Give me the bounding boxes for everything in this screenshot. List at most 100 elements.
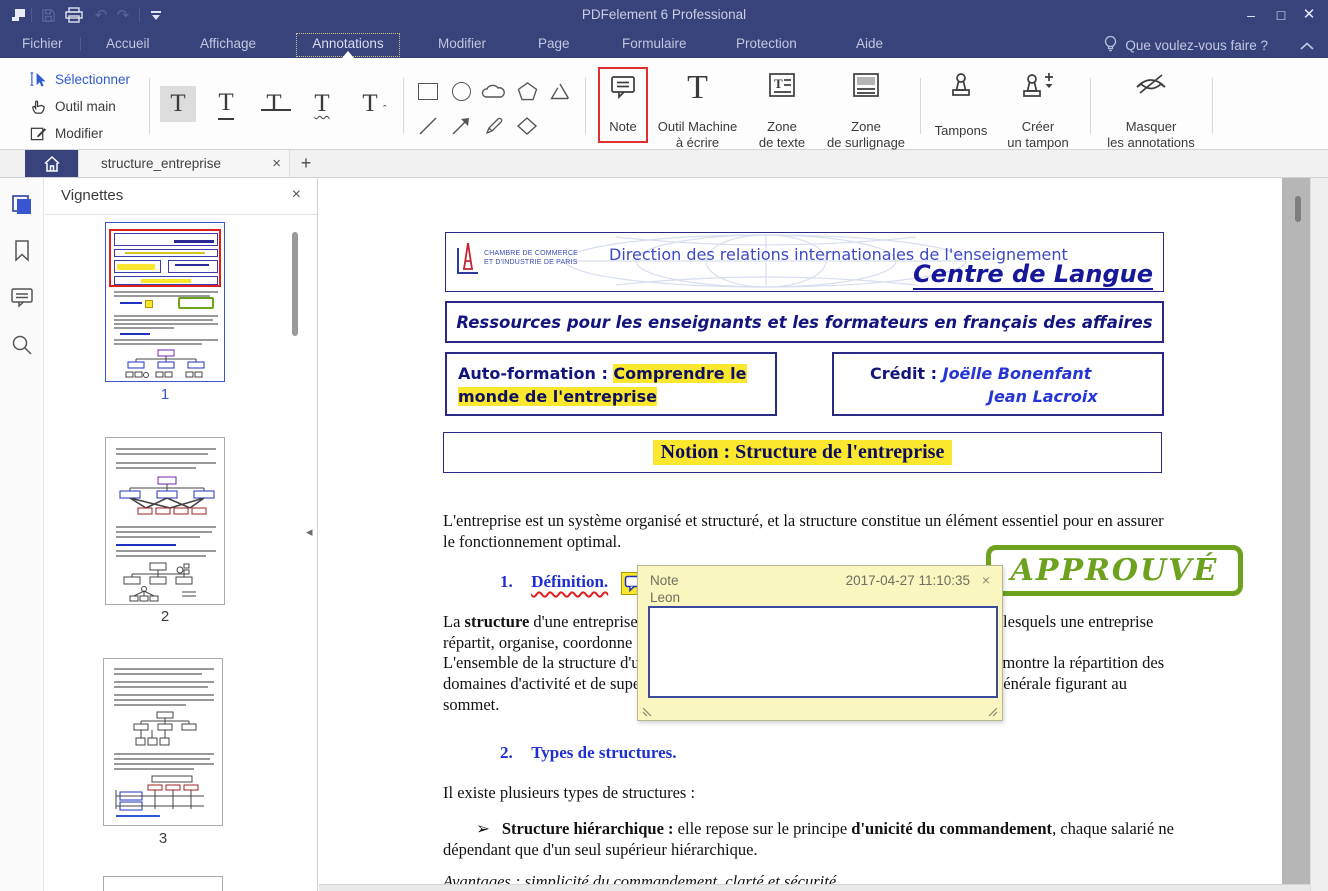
doc-credit-box: Crédit : Joëlle Bonenfant Jean Lacroix <box>832 352 1164 416</box>
save-icon[interactable] <box>38 0 58 30</box>
customize-toolbar-icon[interactable] <box>146 0 166 30</box>
eye-slash-icon <box>1095 71 1207 97</box>
line-tool[interactable] <box>413 113 443 139</box>
panel-title: Vignettes <box>61 187 123 204</box>
underline-text-tool[interactable]: T <box>208 86 244 122</box>
circle-shape-tool[interactable] <box>446 78 476 104</box>
cloud-shape-tool[interactable] <box>479 78 509 104</box>
highlight-area-tool-button[interactable]: Zonede surlignage <box>818 67 914 143</box>
pdfelement-window: ↶ ↷ PDFelement 6 Professional – □ ✕ Fich… <box>0 0 1328 891</box>
hide-annotations-button[interactable]: Masquerles annotations <box>1095 67 1207 143</box>
titlebar-separator <box>31 8 32 22</box>
ribbon-divider <box>403 78 404 134</box>
active-tab-pointer <box>342 51 354 58</box>
thumbnail-page-1[interactable] <box>105 222 225 382</box>
minimize-button[interactable]: – <box>1236 0 1266 30</box>
document-tabbar: structure_entreprise × + <box>0 150 1328 178</box>
titlebar-separator <box>139 8 140 22</box>
text-box-tool-button[interactable]: T Zonede texte <box>747 67 817 143</box>
panel-divider <box>45 214 318 215</box>
home-button[interactable] <box>25 150 78 177</box>
resize-grip-right[interactable] <box>985 704 997 716</box>
thumbnail-page-4[interactable] <box>103 876 223 891</box>
help-search[interactable]: Que voulez-vous faire ? <box>1103 33 1268 57</box>
panel-collapse-arrow[interactable]: ◂ <box>306 524 313 540</box>
cloud-icon <box>481 82 507 100</box>
document-tab[interactable]: structure_entreprise × <box>78 150 290 177</box>
typewriter-icon: T <box>650 71 745 105</box>
menu-separator <box>80 37 81 51</box>
typewriter-tool-button[interactable]: T Outil Machineà écrire <box>650 67 745 143</box>
pentagon-shape-tool[interactable] <box>512 78 542 104</box>
note-popup-timestamp: 2017-04-27 11:10:35 <box>846 573 970 588</box>
svg-text:T: T <box>774 76 783 91</box>
tab-close-icon[interactable]: × <box>272 150 281 177</box>
window-title: PDFelement 6 Professional <box>0 0 1328 30</box>
undo-icon[interactable]: ↶ <box>92 0 110 30</box>
menu-tab-annotations[interactable]: Annotations <box>296 33 400 57</box>
menu-tab-affichage[interactable]: Affichage <box>192 33 264 57</box>
edit-tool-button[interactable]: Modifier <box>30 122 103 144</box>
caret-insert-tool[interactable]: Tˆ <box>352 86 388 122</box>
select-tool-button[interactable]: Sélectionner <box>30 68 130 90</box>
stamp-icon <box>921 71 1001 101</box>
maximize-button[interactable]: □ <box>1266 0 1296 30</box>
document-scrollbar-thumb[interactable] <box>1295 196 1301 222</box>
menu-tab-modifier[interactable]: Modifier <box>430 33 494 57</box>
redo-icon[interactable]: ↷ <box>114 0 132 30</box>
menu-tab-formulaire[interactable]: Formulaire <box>614 33 695 57</box>
circle-icon <box>452 82 471 101</box>
thumbnail-page-3[interactable] <box>103 658 223 826</box>
chevron-up-icon[interactable] <box>1300 38 1314 56</box>
app-logo-icon <box>8 0 28 30</box>
note-popup[interactable]: Note Leon 2017-04-27 11:10:35 × <box>637 565 1003 721</box>
hand-tool-button[interactable]: Outil main <box>30 95 116 117</box>
hand-icon <box>30 98 47 115</box>
bookmarks-panel-icon[interactable] <box>9 238 35 264</box>
menu-tab-accueil[interactable]: Accueil <box>98 33 158 57</box>
note-popup-close-icon[interactable]: × <box>982 572 990 588</box>
menu-tab-aide[interactable]: Aide <box>848 33 891 57</box>
ccip-logo-text: CHAMBRE DE COMMERCEET D'INDUSTRIE DE PAR… <box>484 249 578 267</box>
stamps-button[interactable]: Tampons <box>921 67 1001 143</box>
thumbnail-viewport-rect[interactable] <box>109 229 221 287</box>
page-number-3: 3 <box>103 830 223 847</box>
horizontal-scrollbar-track[interactable] <box>319 884 1310 891</box>
menu-tab-protection[interactable]: Protection <box>728 33 805 57</box>
pencil-draw-tool[interactable] <box>479 113 509 139</box>
strikethrough-text-tool[interactable]: T <box>256 86 292 122</box>
approved-stamp-annotation[interactable]: APPROUVÉ <box>986 545 1243 596</box>
menu-tab-fichier[interactable]: Fichier <box>14 33 71 57</box>
navigation-icon-bar <box>0 178 44 891</box>
doc-paragraph-3: Il existe plusieurs types de structures … <box>443 783 1176 804</box>
highlight-area-icon <box>818 71 914 99</box>
create-stamp-button[interactable]: Créerun tampon <box>995 67 1081 143</box>
lightbulb-icon <box>1103 35 1118 56</box>
highlight-text-tool[interactable]: T <box>160 86 196 122</box>
comments-panel-icon[interactable] <box>9 285 35 311</box>
eraser-tool[interactable] <box>512 113 542 139</box>
arrow-tool[interactable] <box>446 113 476 139</box>
ccip-logo-icon <box>455 240 481 276</box>
note-popup-author: Leon <box>650 590 680 605</box>
squiggly-underline-tool[interactable]: T <box>304 86 340 122</box>
rectangle-shape-tool[interactable] <box>413 78 443 104</box>
pentagon-icon <box>517 81 538 101</box>
panel-close-icon[interactable]: × <box>292 186 301 204</box>
ribbon-toolbar: Sélectionner Outil main Modifier T T T T… <box>0 58 1328 150</box>
menu-tab-page[interactable]: Page <box>530 33 578 57</box>
close-button[interactable]: ✕ <box>1294 0 1324 30</box>
resize-grip-left[interactable] <box>643 704 655 716</box>
thumbnails-panel-icon[interactable] <box>9 192 35 218</box>
panel-scrollbar-thumb[interactable] <box>292 232 298 336</box>
triangle-shape-tool[interactable] <box>545 78 575 104</box>
rectangle-icon <box>418 83 438 100</box>
new-tab-button[interactable]: + <box>294 150 318 177</box>
note-textarea[interactable] <box>648 606 998 698</box>
doc-notion-box: Notion : Structure de l'entreprise <box>443 432 1162 473</box>
note-tool-button[interactable]: Note <box>598 67 648 143</box>
search-panel-icon[interactable] <box>9 332 35 358</box>
print-icon[interactable] <box>62 0 86 30</box>
pencil-icon <box>484 116 504 136</box>
thumbnail-page-2[interactable] <box>105 437 225 605</box>
